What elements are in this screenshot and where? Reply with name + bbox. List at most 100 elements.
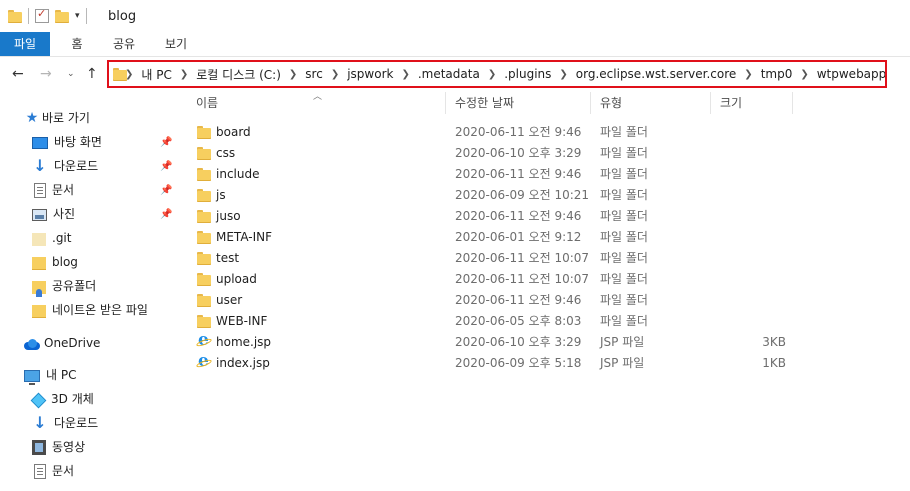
breadcrumb-item[interactable]: src [305,67,323,81]
window-title: blog [108,9,137,24]
folder-icon [197,272,211,286]
column-resize-handle[interactable] [445,92,446,114]
sort-ascending-icon: ︿ [313,92,323,102]
folder-icon [197,293,211,307]
download-icon: ↓ [33,156,47,175]
sidebar-item-nateon-files[interactable]: 네이트온 받은 파일 [32,299,148,321]
breadcrumb-separator-icon[interactable]: ❯ [401,69,409,80]
folder-icon [197,167,211,181]
pin-icon[interactable]: 📌 [160,137,172,148]
sidebar-item-git[interactable]: .git [32,227,71,249]
breadcrumb-separator-icon[interactable]: ❯ [289,69,297,80]
3d-objects-icon [30,392,47,408]
breadcrumb-item[interactable]: org.eclipse.wst.server.core [576,67,737,81]
tab-file[interactable]: 파일 [0,32,50,56]
pin-icon[interactable]: 📌 [160,161,172,172]
file-row[interactable]: css 2020-06-10 오후 3:29 파일 폴더 [188,143,798,164]
sidebar-item-3d-objects[interactable]: 3D 개체 [30,388,94,410]
ie-file-icon [197,330,212,351]
desktop-icon [32,137,48,149]
file-row[interactable]: board 2020-06-11 오전 9:46 파일 폴더 [188,122,798,143]
breadcrumb-item[interactable]: 내 PC [141,66,171,83]
sidebar-item-label: 바로 가기 [42,111,90,125]
pin-icon[interactable]: 📌 [160,185,172,196]
breadcrumb-item[interactable]: .plugins [504,67,551,81]
file-date: 2020-06-11 오전 9:46 [455,209,582,223]
sidebar-item-label: .git [52,231,72,245]
up-arrow-icon[interactable]: ↑ [86,66,98,82]
file-date: 2020-06-10 오후 3:29 [455,335,582,349]
address-bar[interactable]: ❯ 내 PC ❯ 로컬 디스크 (C:) ❯ src ❯ jspwork ❯ .… [107,60,887,88]
file-type: JSP 파일 [600,356,645,370]
sidebar-item-shared-folder[interactable]: 공유폴더 [32,275,96,297]
tab-view[interactable]: 보기 [156,32,196,56]
file-row[interactable]: index.jsp 2020-06-09 오후 5:18 JSP 파일 1KB [188,351,798,374]
sidebar-item-this-pc[interactable]: 내 PC [24,364,76,386]
pc-icon [24,369,40,385]
column-header-row: ︿ 이름 수정한 날짜 유형 크기 [188,92,910,114]
file-row[interactable]: home.jsp 2020-06-10 오후 3:29 JSP 파일 3KB [188,330,798,353]
file-row[interactable]: upload 2020-06-11 오전 10:07 파일 폴더 [188,269,798,290]
sidebar-item-videos[interactable]: 동영상 [32,436,85,458]
file-row[interactable]: WEB-INF 2020-06-05 오후 8:03 파일 폴더 [188,311,798,332]
breadcrumb-separator-icon[interactable]: ❯ [180,69,188,80]
file-date: 2020-06-10 오후 3:29 [455,146,582,160]
breadcrumb-separator-icon[interactable]: ❯ [559,69,567,80]
breadcrumb-item[interactable]: tmp0 [761,67,793,81]
sidebar-item-blog[interactable]: blog [32,251,78,273]
recent-locations-chevron-icon[interactable]: ⌄ [67,69,75,79]
sidebar-item-pictures[interactable]: 사진 [32,203,75,225]
tab-share[interactable]: 공유 [104,32,144,56]
toolbar-divider [28,8,29,24]
pin-icon[interactable]: 📌 [160,209,172,220]
sidebar-item-pc-downloads[interactable]: ↓ 다운로드 [32,412,98,434]
sidebar-item-onedrive[interactable]: OneDrive [22,332,100,354]
file-row[interactable]: js 2020-06-09 오전 10:21 파일 폴더 [188,185,798,206]
customize-toolbar-dropdown-icon[interactable]: ▾ [75,11,80,21]
file-name: test [216,251,240,265]
file-type: 파일 폴더 [600,293,648,307]
breadcrumb-item[interactable]: 로컬 디스크 (C:) [196,66,281,83]
file-size: 1KB [762,356,786,370]
column-resize-handle[interactable] [590,92,591,114]
sidebar-item-documents[interactable]: 문서 [32,179,74,201]
sidebar-item-quick-access[interactable]: ★ 바로 가기 [24,107,90,129]
file-date: 2020-06-11 오전 10:07 [455,272,590,286]
column-header-size[interactable]: 크기 [720,92,742,114]
file-row[interactable]: META-INF 2020-06-01 오전 9:12 파일 폴더 [188,227,798,248]
file-date: 2020-06-09 오후 5:18 [455,356,582,370]
document-icon [34,463,46,479]
folder-icon [32,304,46,318]
breadcrumb-separator-icon[interactable]: ❯ [800,69,808,80]
sidebar-item-pc-documents[interactable]: 문서 [32,460,74,482]
breadcrumb-item[interactable]: .metadata [418,67,480,81]
breadcrumb-item[interactable]: jspwork [347,67,393,81]
file-type: 파일 폴더 [600,209,648,223]
sidebar-item-label: 사진 [53,207,76,221]
back-arrow-icon[interactable]: ← [12,66,24,82]
sidebar-item-downloads[interactable]: ↓ 다운로드 [32,155,98,177]
file-row[interactable]: include 2020-06-11 오전 9:46 파일 폴더 [188,164,798,185]
column-header-name[interactable]: 이름 [196,92,218,114]
tab-home[interactable]: 홈 [60,32,94,56]
pictures-icon [32,209,47,221]
column-header-type[interactable]: 유형 [600,92,622,114]
file-row[interactable]: user 2020-06-11 오전 9:46 파일 폴더 [188,290,798,311]
properties-icon[interactable] [35,7,49,23]
sidebar-item-desktop[interactable]: 바탕 화면 [32,131,102,153]
sidebar-item-label: 바탕 화면 [54,135,102,149]
new-folder-icon[interactable] [55,9,69,23]
breadcrumb-separator-icon[interactable]: ❯ [744,69,752,80]
ie-file-icon [197,351,212,372]
column-resize-handle[interactable] [710,92,711,114]
file-row[interactable]: juso 2020-06-11 오전 9:46 파일 폴더 [188,206,798,227]
breadcrumb-separator-icon[interactable]: ❯ [488,69,496,80]
column-resize-handle[interactable] [792,92,793,114]
breadcrumb-item[interactable]: wtpwebapps [817,67,885,81]
column-header-date[interactable]: 수정한 날짜 [455,92,514,114]
forward-arrow-icon[interactable]: → [40,66,52,82]
breadcrumb-separator-icon[interactable]: ❯ [331,69,339,80]
file-row[interactable]: test 2020-06-11 오전 10:07 파일 폴더 [188,248,798,269]
file-date: 2020-06-11 오전 9:46 [455,167,582,181]
sidebar-item-label: 동영상 [52,440,86,454]
